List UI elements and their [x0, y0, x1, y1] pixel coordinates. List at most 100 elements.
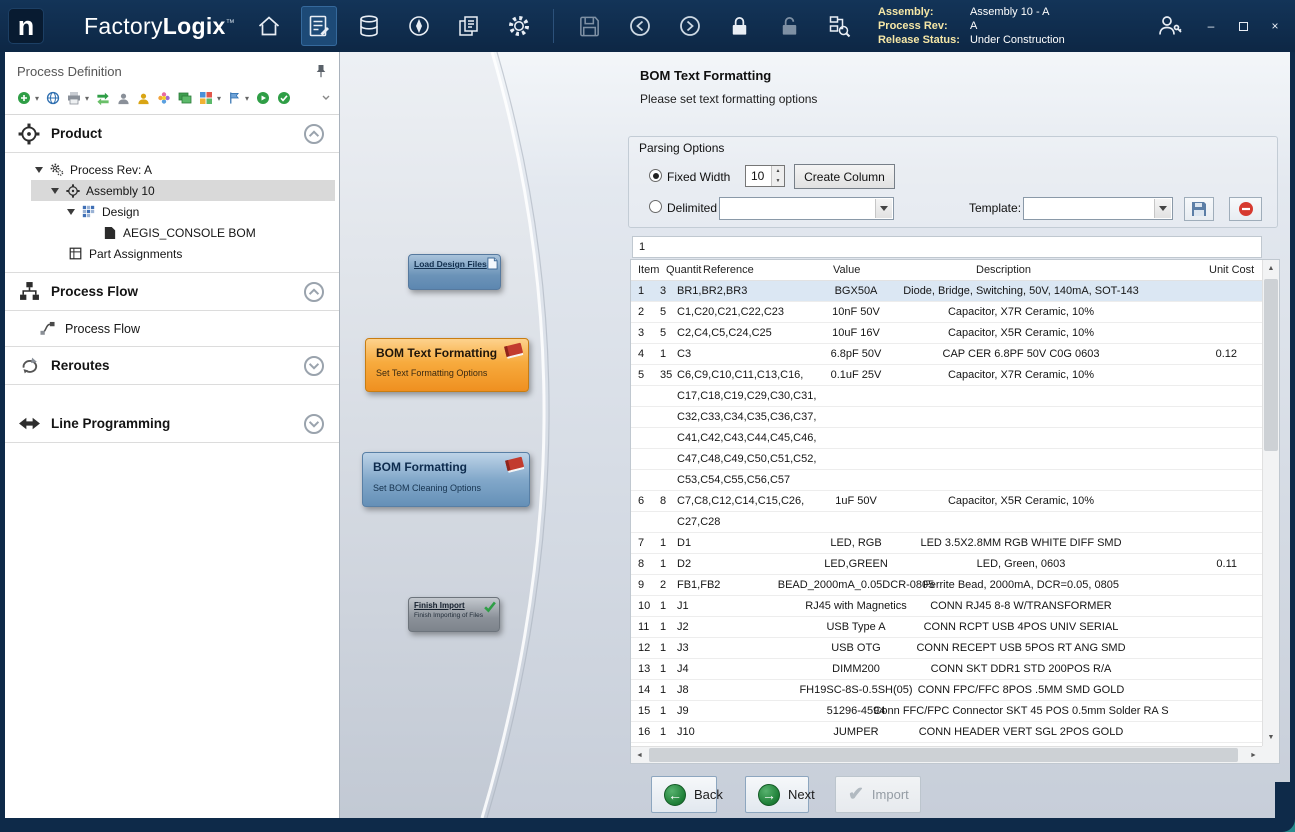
tree-item-part-assignments[interactable]: Part Assignments — [5, 243, 339, 264]
table-row[interactable]: C17,C18,C19,C29,C30,C31, — [631, 386, 1262, 407]
col-header-quantity[interactable]: Quantit — [666, 264, 701, 276]
table-row[interactable]: C47,C48,C49,C50,C51,C52, — [631, 449, 1262, 470]
section-process-flow[interactable]: Process Flow — [5, 273, 339, 311]
col-header-description[interactable]: Description — [976, 264, 1031, 276]
table-row[interactable]: 16 1 J10 JUMPER CONN HEADER VERT SGL 2PO… — [631, 722, 1262, 743]
table-row[interactable]: C27,C28 — [631, 512, 1262, 533]
process-definition-icon[interactable] — [301, 6, 337, 46]
back-nav-icon[interactable] — [622, 6, 658, 46]
tree-item-assembly[interactable]: Assembly 10 — [5, 180, 339, 201]
print-caret-icon[interactable]: ▾ — [85, 94, 89, 103]
expand-down-icon[interactable] — [303, 355, 325, 377]
table-row[interactable]: 11 1 J2 USB Type A CONN RCPT USB 4POS UN… — [631, 617, 1262, 638]
save-template-button[interactable] — [1184, 197, 1214, 221]
collapse-up-icon[interactable] — [303, 281, 325, 303]
close-button[interactable]: × — [1267, 18, 1283, 34]
tree-item-bom-file[interactable]: AEGIS_CONSOLE BOM — [5, 222, 339, 243]
layers-color-icon[interactable] — [199, 89, 213, 107]
expand-down-icon[interactable] — [303, 413, 325, 435]
materials-icon[interactable] — [351, 6, 387, 46]
logout-user-icon[interactable] — [1151, 6, 1187, 46]
fixed-width-stepper[interactable]: 10 ▲ ▼ — [745, 165, 785, 187]
save-icon[interactable] — [572, 6, 608, 46]
column-ruler[interactable]: 1 — [632, 236, 1262, 258]
spin-down-icon[interactable]: ▼ — [772, 176, 784, 186]
navigate-icon[interactable] — [401, 6, 437, 46]
delimiter-select[interactable] — [719, 197, 894, 220]
table-row[interactable]: 14 1 J8 FH19SC-8S-0.5SH(05) CONN FPC/FFC… — [631, 680, 1262, 701]
back-button[interactable]: ← Back — [651, 776, 717, 813]
table-row[interactable]: 13 1 J4 DIMM200 CONN SKT DDR1 STD 200POS… — [631, 659, 1262, 680]
user-yellow-icon[interactable] — [137, 89, 150, 107]
scroll-down-icon[interactable]: ▼ — [1263, 729, 1279, 746]
add-caret-icon[interactable]: ▾ — [35, 94, 39, 103]
delimited-radio[interactable] — [649, 200, 662, 213]
create-column-button[interactable]: Create Column — [794, 164, 895, 189]
col-header-item[interactable]: Item — [638, 264, 659, 276]
table-row[interactable]: 10 1 J1 RJ45 with Magnetics CONN RJ45 8-… — [631, 596, 1262, 617]
table-row[interactable]: 8 1 D2 LED,GREEN LED, Green, 0603 0.11 — [631, 554, 1262, 575]
table-row[interactable]: C32,C33,C34,C35,C36,C37, — [631, 407, 1262, 428]
table-row[interactable]: C41,C42,C43,C44,C45,C46, — [631, 428, 1262, 449]
horizontal-scroll-thumb[interactable] — [649, 748, 1238, 762]
section-product[interactable]: Product — [5, 115, 339, 153]
step-finish-import[interactable]: Finish Import Finish Importing of Files — [408, 597, 500, 632]
layers-caret-icon[interactable]: ▾ — [217, 94, 221, 103]
vertical-scroll-thumb[interactable] — [1264, 279, 1278, 451]
table-row[interactable]: C53,C54,C55,C56,C57 — [631, 470, 1262, 491]
toolbar-overflow-icon[interactable] — [321, 89, 331, 107]
spin-up-icon[interactable]: ▲ — [772, 166, 784, 176]
step-bom-formatting[interactable]: BOM Formatting Set BOM Cleaning Options — [362, 452, 530, 507]
flower-icon[interactable] — [157, 89, 171, 107]
forward-nav-icon[interactable] — [672, 6, 708, 46]
globe-icon[interactable] — [46, 89, 60, 107]
add-icon[interactable] — [17, 89, 31, 107]
minimize-button[interactable]: – — [1203, 18, 1219, 34]
process-audit-icon[interactable] — [822, 6, 858, 46]
expander-icon[interactable] — [51, 188, 59, 194]
print-icon[interactable] — [67, 89, 81, 107]
play-icon[interactable] — [256, 89, 270, 107]
flag-caret-icon[interactable]: ▾ — [245, 94, 249, 103]
step-load-design-files[interactable]: Load Design Files — [408, 254, 501, 290]
table-row[interactable]: 2 5 C1,C20,C21,C22,C23 10nF 50V Capacito… — [631, 302, 1262, 323]
scroll-right-icon[interactable]: ► — [1245, 747, 1262, 763]
maximize-button[interactable] — [1235, 18, 1251, 34]
next-button[interactable]: → Next — [745, 776, 809, 813]
pin-icon[interactable] — [315, 64, 327, 78]
user-gray-icon[interactable] — [117, 89, 130, 107]
expander-icon[interactable] — [67, 209, 75, 215]
table-row[interactable]: 9 2 FB1,FB2 BEAD_2000mA_0.05DCR-0805 Fer… — [631, 575, 1262, 596]
col-header-unit-cost[interactable]: Unit Cost — [1209, 264, 1254, 276]
scroll-left-icon[interactable]: ◄ — [631, 747, 648, 763]
dropdown-arrow-icon[interactable] — [1154, 199, 1171, 218]
step-bom-text-formatting[interactable]: BOM Text Formatting Set Text Formatting … — [365, 338, 529, 392]
table-row[interactable]: 4 1 C3 6.8pF 50V CAP CER 6.8PF 50V C0G 0… — [631, 344, 1262, 365]
flag-icon[interactable] — [228, 89, 241, 107]
sync-icon[interactable] — [96, 89, 110, 107]
table-row[interactable]: 5 35 C6,C9,C10,C11,C13,C16, 0.1uF 25V Ca… — [631, 365, 1262, 386]
copy-folders-icon[interactable] — [178, 89, 192, 107]
import-button[interactable]: ✔ Import — [835, 776, 921, 813]
table-row[interactable]: 15 1 J9 51296-4594 Conn FFC/FPC Connecto… — [631, 701, 1262, 722]
fixed-width-radio[interactable] — [649, 169, 662, 182]
vertical-scrollbar[interactable]: ▲ ▼ — [1262, 260, 1279, 746]
table-row[interactable]: 3 5 C2,C4,C5,C24,C25 10uF 16V Capacitor,… — [631, 323, 1262, 344]
process-flow-item[interactable]: Process Flow — [5, 311, 339, 347]
tree-item-design[interactable]: Design — [5, 201, 339, 222]
dropdown-arrow-icon[interactable] — [875, 199, 892, 218]
home-icon[interactable] — [251, 6, 287, 46]
reports-icon[interactable] — [451, 6, 487, 46]
unlock-icon[interactable] — [772, 6, 808, 46]
horizontal-scrollbar[interactable]: ◄ ► — [631, 746, 1262, 763]
lock-icon[interactable] — [722, 6, 758, 46]
col-header-value[interactable]: Value — [833, 264, 860, 276]
expander-icon[interactable] — [35, 167, 43, 173]
table-row[interactable]: 12 1 J3 USB OTG CONN RECEPT USB 5POS RT … — [631, 638, 1262, 659]
section-line-programming[interactable]: Line Programming — [5, 405, 339, 443]
collapse-up-icon[interactable] — [303, 123, 325, 145]
table-row[interactable]: 1 3 BR1,BR2,BR3 BGX50A Diode, Bridge, Sw… — [631, 281, 1262, 302]
ok-circle-icon[interactable] — [277, 89, 291, 107]
section-reroutes[interactable]: Reroutes — [5, 347, 339, 385]
table-row[interactable]: 6 8 C7,C8,C12,C14,C15,C26, 1uF 50V Capac… — [631, 491, 1262, 512]
